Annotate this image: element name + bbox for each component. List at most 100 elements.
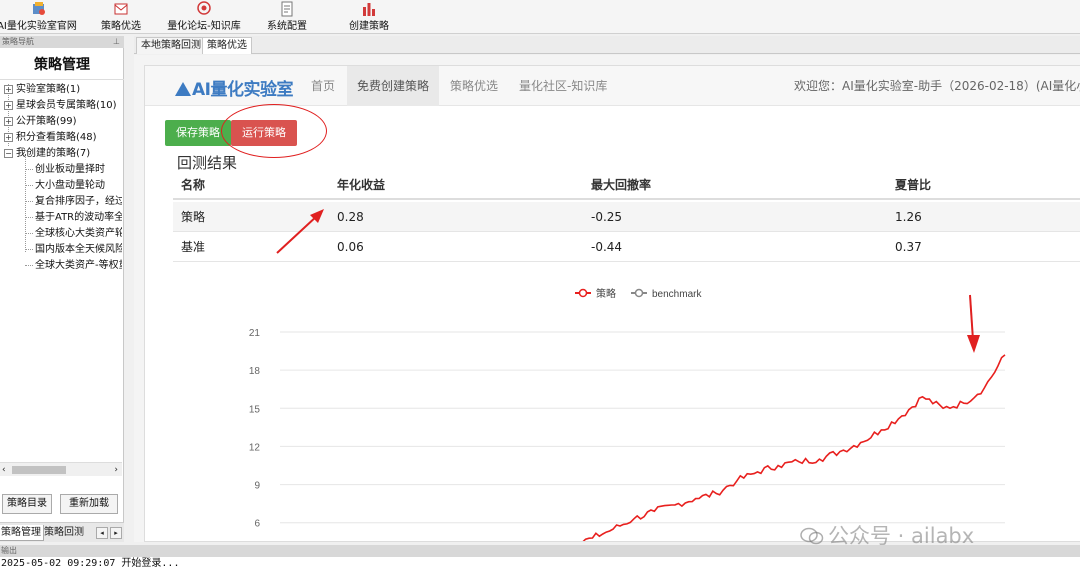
panel-title: 策略导航 <box>2 37 34 46</box>
tree-leaf-strategy[interactable]: 复合排序因子，经过 <box>25 194 122 210</box>
toolbar-create-strategy-button[interactable]: 创建策略 <box>346 0 392 34</box>
toolbar-strategy-picks-button[interactable]: 策略优选 <box>98 0 144 34</box>
y-tick-label: 18 <box>249 366 261 377</box>
expand-icon[interactable]: + <box>4 85 13 94</box>
nav-home[interactable]: 首页 <box>311 66 335 106</box>
toolbar-system-config-button[interactable]: 系统配置 <box>264 0 310 34</box>
tree-node-label: 积分查看策略(48) <box>16 132 97 143</box>
logo-triangle-icon <box>175 82 191 96</box>
wechat-icon <box>800 527 824 545</box>
y-tick-label: 6 <box>254 519 260 530</box>
legend-label: benchmark <box>652 289 702 300</box>
scroll-left-icon[interactable]: ‹ <box>2 463 6 477</box>
envelope-icon <box>114 3 128 15</box>
tree-leaf-label: 创业板动量择时 <box>35 164 105 175</box>
log-line: 2025-05-02 09:29:07 开始登录... <box>1 558 180 569</box>
legend-marker <box>634 288 644 298</box>
table-cell: -0.25 <box>591 210 623 224</box>
tab-strategy-backtest[interactable]: 策略回测 <box>42 525 86 541</box>
config-icon <box>281 1 293 17</box>
strategy-catalog-button[interactable]: 策略目录 <box>2 494 52 514</box>
toolbar-lab-website-button[interactable]: AI量化实验室官网 <box>0 0 78 34</box>
tree-branch-line <box>25 264 33 266</box>
panel-tab-strip: 策略管理 策略回测 ◂ ▸ <box>0 522 124 542</box>
tree-leaf-strategy[interactable]: 全球核心大类资产轮 <box>25 226 122 242</box>
watermark-text: 公众号 · ailabx <box>828 524 975 548</box>
toolbar-label: 系统配置 <box>267 21 307 32</box>
toolbar-label: 量化论坛-知识库 <box>167 21 241 32</box>
legend-label: 策略 <box>596 287 616 300</box>
strategy-tree: + 实验室策略(1) + 星球会员专属策略(10) + 公开策略(99) + 积分查看策… <box>0 82 122 462</box>
table-cell: 0.06 <box>337 240 364 254</box>
tree-leaf-strategy[interactable]: 基于ATR的波动率全 <box>25 210 122 226</box>
watermark: 公众号 · ailabx <box>800 520 974 550</box>
tree-leaf-label: 大小盘动量轮动 <box>35 180 105 191</box>
lab-icon <box>33 2 45 15</box>
highlight-circle <box>221 104 327 158</box>
tree-leaf-label: 全球大类资产-等权重 <box>35 260 122 271</box>
y-tick-label: 12 <box>249 442 261 453</box>
tab-strategy-picks[interactable]: 策略优选 <box>202 37 252 54</box>
table-cell: -0.44 <box>591 240 623 254</box>
tree-node-public-strategies[interactable]: + 公开策略(99) <box>4 114 77 130</box>
tree-branch-line <box>25 248 33 250</box>
welcome-text: 欢迎您：AI量化实验室-助手（2026-02-18）(AI量化小助手 <box>794 79 1080 93</box>
forum-icon <box>197 1 211 15</box>
tree-leaf-label: 全球核心大类资产轮 <box>35 228 122 239</box>
table-cell: 0.28 <box>337 210 364 224</box>
toolbar-label: 策略优选 <box>101 21 141 32</box>
tree-leaf-strategy[interactable]: 创业板动量择时 <box>25 162 105 178</box>
tree-branch-line <box>25 232 33 234</box>
toolbar-label: 创建策略 <box>349 21 389 32</box>
expand-icon[interactable]: + <box>4 133 13 142</box>
scroll-right-icon[interactable]: › <box>114 463 118 477</box>
table-header-row: 名称 年化收益 最大回撤率 夏普比 <box>173 170 1080 200</box>
tree-node-lab-strategies[interactable]: + 实验室策略(1) <box>4 82 80 98</box>
tree-leaf-strategy[interactable]: 国内版本全天候风险 <box>25 242 122 258</box>
tree-node-label: 星球会员专属策略(10) <box>16 100 117 111</box>
tree-branch-line <box>25 184 33 186</box>
strategy-page: AI量化实验室 首页 免费创建策略 策略优选 量化社区-知识库 欢迎您：AI量化… <box>144 65 1080 542</box>
table-cell: 策略 <box>181 210 206 224</box>
tab-local-backtest[interactable]: 本地策略回测 <box>136 37 206 54</box>
site-navbar: AI量化实验室 首页 免费创建策略 策略优选 量化社区-知识库 欢迎您：AI量化… <box>145 66 1080 106</box>
strategy-navigator-panel: 策略导航 ⊥ 策略管理 + 实验室策略(1) + 星球会员专属策略(10) + 公开策… <box>0 36 124 542</box>
table-cell: 1.26 <box>895 210 922 224</box>
tree-leaf-label: 基于ATR的波动率全 <box>35 212 122 223</box>
tree-leaf-label: 国内版本全天候风险 <box>35 244 122 255</box>
tree-node-member-strategies[interactable]: + 星球会员专属策略(10) <box>4 98 117 114</box>
tree-node-points-strategies[interactable]: + 积分查看策略(48) <box>4 130 97 146</box>
tab-scroll-right-icon[interactable]: ▸ <box>110 527 122 539</box>
nav-community[interactable]: 量化社区-知识库 <box>519 66 607 106</box>
scrollbar-thumb[interactable] <box>12 466 66 474</box>
expand-icon[interactable]: + <box>4 101 13 110</box>
site-logo[interactable]: AI量化实验室 <box>175 75 293 100</box>
tree-node-label: 我创建的策略(7) <box>16 148 91 159</box>
tree-leaf-strategy[interactable]: 全球大类资产-等权重 <box>25 258 122 274</box>
tab-strategy-management[interactable]: 策略管理 <box>0 525 44 541</box>
reload-button[interactable]: 重新加载 <box>60 494 118 514</box>
tree-leaf-label: 复合排序因子，经过 <box>35 196 122 207</box>
tab-scroll-left-icon[interactable]: ◂ <box>96 527 108 539</box>
tree-branch-line <box>25 168 33 170</box>
column-header: 名称 <box>181 178 206 192</box>
output-log: 2025-05-02 09:29:07 开始登录... <box>0 557 1080 580</box>
nav-create-strategy[interactable]: 免费创建策略 <box>347 66 440 106</box>
table-cell: 0.37 <box>895 240 922 254</box>
divider <box>0 79 124 80</box>
panel-title-bar: 策略导航 ⊥ <box>0 36 124 48</box>
column-header: 最大回撤率 <box>591 178 652 192</box>
tree-node-label: 实验室策略(1) <box>16 84 81 95</box>
toolbar-forum-button[interactable]: 量化论坛-知识库 <box>164 0 244 34</box>
embedded-browser: AI量化实验室 首页 免费创建策略 策略优选 量化社区-知识库 欢迎您：AI量化… <box>134 55 1080 542</box>
expand-icon[interactable]: + <box>4 117 13 126</box>
backtest-chart: 36912151821策略benchmark1.731.941.771.781.… <box>249 287 1006 541</box>
y-tick-label: 9 <box>254 481 260 492</box>
tree-leaf-strategy[interactable]: 大小盘动量轮动 <box>25 178 105 194</box>
horizontal-scrollbar[interactable]: ‹ › <box>0 462 122 476</box>
toolbar-label: AI量化实验室官网 <box>0 21 77 32</box>
nav-strategy-picks[interactable]: 策略优选 <box>450 66 498 106</box>
tree-node-my-strategies[interactable]: − 我创建的策略(7) <box>4 146 90 162</box>
collapse-icon[interactable]: − <box>4 149 13 158</box>
pin-icon[interactable]: ⊥ <box>113 36 120 48</box>
